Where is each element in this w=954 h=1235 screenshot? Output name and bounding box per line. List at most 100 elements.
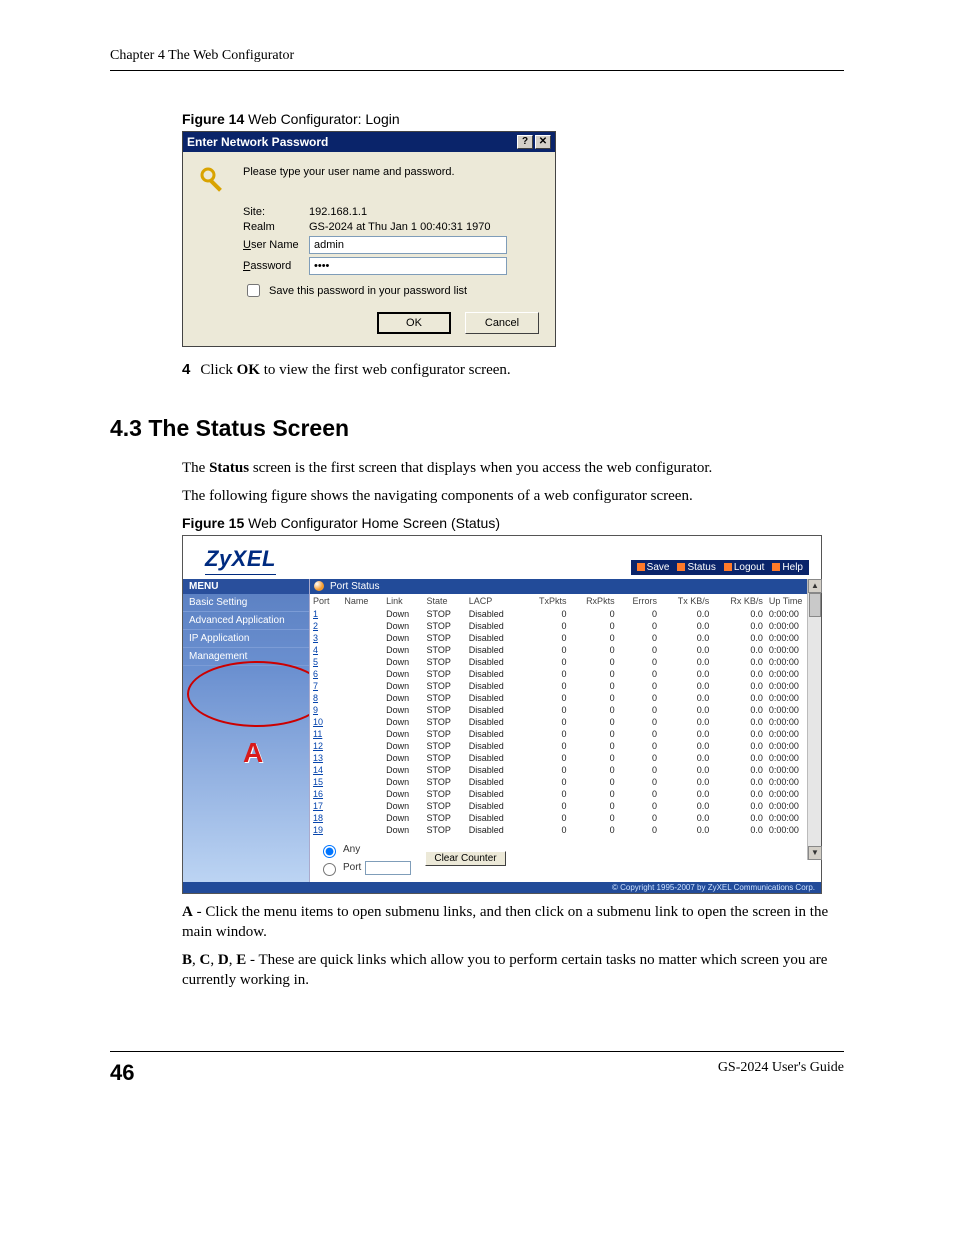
table-cell: 0 [523, 680, 570, 692]
fig15-num: Figure 15 [182, 515, 244, 531]
table-cell: 0 [570, 764, 618, 776]
panel-dot-icon [314, 581, 324, 591]
scroll-up-icon[interactable]: ▲ [808, 579, 822, 593]
port-number-input[interactable] [365, 861, 411, 875]
table-footer-controls: Any Port Clear Counter [310, 836, 821, 882]
table-cell [341, 704, 383, 716]
table-cell: 0.0 [660, 704, 712, 716]
table-row: 8DownSTOPDisabled0000.00.00:00:00 [310, 692, 821, 704]
ok-button[interactable]: OK [377, 312, 451, 334]
table-cell: 0.0 [660, 776, 712, 788]
table-cell: 0 [570, 740, 618, 752]
table-cell: 0 [570, 608, 618, 620]
menu-basic-setting[interactable]: Basic Setting [183, 594, 309, 612]
table-cell: 0 [570, 644, 618, 656]
vertical-scrollbar[interactable]: ▲ ▼ [807, 579, 821, 860]
table-cell: 0.0 [660, 752, 712, 764]
table-cell: STOP [424, 644, 466, 656]
scroll-down-icon[interactable]: ▼ [808, 846, 822, 860]
help-icon[interactable]: ? [517, 135, 533, 149]
table-row: 4DownSTOPDisabled0000.00.00:00:00 [310, 644, 821, 656]
port-link[interactable]: 8 [313, 693, 318, 703]
annotation-a: A [243, 737, 263, 769]
table-cell: 0.0 [660, 716, 712, 728]
table-row: 11DownSTOPDisabled0000.00.00:00:00 [310, 728, 821, 740]
port-status-panel: Port Status PortNameLinkStateLACPTxPktsR… [309, 579, 821, 882]
table-cell: Down [383, 608, 423, 620]
figure15-caption: Figure 15 Web Configurator Home Screen (… [182, 515, 844, 531]
table-cell [341, 812, 383, 824]
menu-management[interactable]: Management [183, 648, 309, 666]
table-cell: Disabled [466, 752, 523, 764]
table-cell: 0 [570, 704, 618, 716]
logout-link[interactable]: Logout [721, 562, 768, 573]
port-link[interactable]: 10 [313, 717, 323, 727]
port-label: Port [343, 862, 361, 873]
menu-advanced-application[interactable]: Advanced Application [183, 612, 309, 630]
fig14-cap-text: Web Configurator: Login [244, 111, 399, 127]
cancel-button[interactable]: Cancel [465, 312, 539, 334]
username-input[interactable] [309, 236, 507, 254]
table-cell: STOP [424, 704, 466, 716]
table-cell [341, 740, 383, 752]
port-link[interactable]: 13 [313, 753, 323, 763]
clear-counter-button[interactable]: Clear Counter [425, 851, 505, 866]
username-label: User Name [243, 239, 309, 251]
port-link[interactable]: 1 [313, 609, 318, 619]
table-cell: Down [383, 788, 423, 800]
table-cell: 0 [523, 752, 570, 764]
table-cell: 0.0 [712, 788, 766, 800]
any-radio[interactable] [323, 845, 336, 858]
port-link[interactable]: 15 [313, 777, 323, 787]
status-icon [677, 563, 685, 571]
port-link[interactable]: 7 [313, 681, 318, 691]
table-cell: 0 [523, 740, 570, 752]
port-link[interactable]: 5 [313, 657, 318, 667]
table-cell: 0.0 [712, 812, 766, 824]
page-number: 46 [110, 1060, 134, 1086]
table-cell: Down [383, 752, 423, 764]
table-cell: 0.0 [660, 656, 712, 668]
table-row: 18DownSTOPDisabled0000.00.00:00:00 [310, 812, 821, 824]
table-cell: STOP [424, 632, 466, 644]
table-row: 12DownSTOPDisabled0000.00.00:00:00 [310, 740, 821, 752]
table-cell: 0 [618, 764, 660, 776]
table-cell [341, 644, 383, 656]
help-link[interactable]: Help [769, 562, 806, 573]
port-link[interactable]: 11 [313, 729, 322, 739]
save-password-checkbox[interactable] [247, 284, 260, 297]
table-cell: Disabled [466, 704, 523, 716]
table-cell: 0.0 [712, 740, 766, 752]
port-link[interactable]: 14 [313, 765, 323, 775]
port-radio[interactable] [323, 863, 336, 876]
table-cell: 0 [618, 752, 660, 764]
port-link[interactable]: 2 [313, 621, 318, 631]
port-link[interactable]: 12 [313, 741, 323, 751]
close-icon[interactable]: ✕ [535, 135, 551, 149]
table-cell: 0 [570, 728, 618, 740]
table-cell: STOP [424, 680, 466, 692]
scroll-thumb[interactable] [809, 593, 821, 617]
table-cell: Disabled [466, 644, 523, 656]
menu-header: MENU [183, 579, 309, 594]
status-link[interactable]: Status [674, 562, 718, 573]
table-cell: Disabled [466, 740, 523, 752]
port-link[interactable]: 17 [313, 801, 323, 811]
table-cell: 0 [618, 704, 660, 716]
port-link[interactable]: 18 [313, 813, 323, 823]
table-cell: Down [383, 620, 423, 632]
table-cell: 0.0 [712, 776, 766, 788]
password-input[interactable] [309, 257, 507, 275]
table-cell [341, 788, 383, 800]
port-link[interactable]: 19 [313, 825, 323, 835]
port-link[interactable]: 3 [313, 633, 318, 643]
table-cell: 0.0 [712, 764, 766, 776]
save-link[interactable]: Save [634, 562, 673, 573]
port-link[interactable]: 9 [313, 705, 318, 715]
port-link[interactable]: 6 [313, 669, 318, 679]
guide-name: GS-2024 User's Guide [718, 1060, 844, 1086]
table-cell [341, 728, 383, 740]
port-link[interactable]: 4 [313, 645, 318, 655]
port-link[interactable]: 16 [313, 789, 323, 799]
menu-ip-application[interactable]: IP Application [183, 630, 309, 648]
